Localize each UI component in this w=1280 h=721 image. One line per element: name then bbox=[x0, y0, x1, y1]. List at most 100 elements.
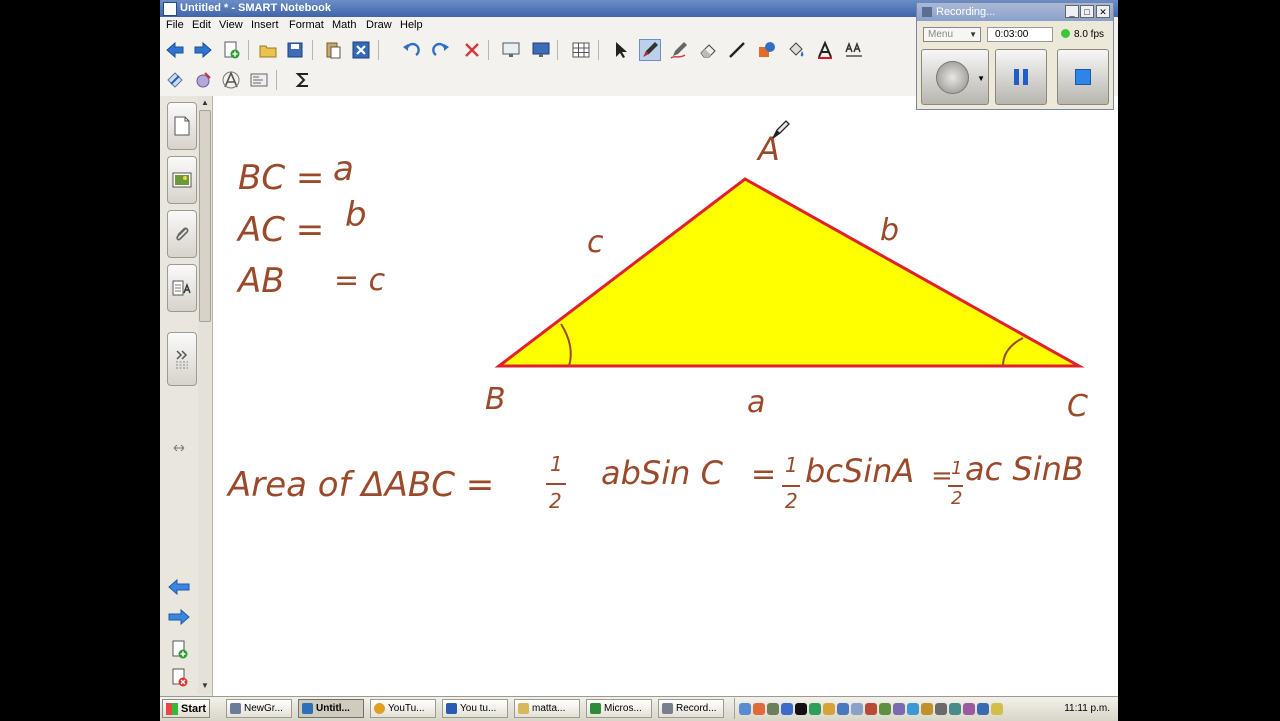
minimize-icon[interactable]: _ bbox=[1065, 5, 1079, 18]
measurement-tools-icon[interactable] bbox=[248, 69, 270, 91]
full-screen-icon[interactable] bbox=[530, 39, 552, 61]
tray-security-icon[interactable] bbox=[823, 702, 835, 715]
vertical-scrollbar[interactable]: ▲ ▼ bbox=[198, 96, 212, 694]
close-icon[interactable]: ✕ bbox=[1096, 5, 1110, 18]
app-icon bbox=[163, 2, 177, 16]
pen-tool-icon[interactable] bbox=[639, 39, 661, 61]
redo-icon[interactable] bbox=[430, 39, 452, 61]
delete-icon[interactable] bbox=[350, 39, 372, 61]
triangle-abc[interactable] bbox=[494, 177, 1085, 368]
tray-lan-icon[interactable] bbox=[977, 702, 989, 715]
properties-icon[interactable] bbox=[843, 39, 865, 61]
add-page-side-icon[interactable] bbox=[170, 640, 190, 660]
attachments-tab[interactable] bbox=[167, 210, 197, 258]
recorder-menu-dropdown[interactable]: Menu ▼ bbox=[923, 27, 981, 42]
creative-pen-icon[interactable] bbox=[668, 39, 690, 61]
taskbar-item-excel[interactable]: Micros... bbox=[586, 699, 652, 718]
elapsed-time-field: 0:03:00 bbox=[987, 27, 1053, 42]
resize-handle-icon[interactable] bbox=[170, 440, 188, 452]
sigma-math-icon[interactable] bbox=[292, 69, 314, 91]
window-title: Untitled * - SMART Notebook bbox=[180, 2, 331, 14]
tray-terminal-icon[interactable] bbox=[795, 702, 807, 715]
task-label: Micros... bbox=[604, 703, 642, 714]
back-arrow-icon[interactable] bbox=[164, 39, 186, 61]
page-sorter-tab[interactable] bbox=[167, 102, 197, 150]
text-tool-icon[interactable] bbox=[814, 39, 836, 61]
taskbar-clock: 11:11 p.m. bbox=[1064, 703, 1110, 714]
recorder-app-icon bbox=[922, 7, 932, 17]
menu-format[interactable]: Format bbox=[289, 19, 324, 31]
taskbar-item-folder[interactable]: matta... bbox=[514, 699, 580, 718]
open-folder-icon[interactable] bbox=[257, 39, 279, 61]
tray-media-icon[interactable] bbox=[963, 702, 975, 715]
menu-draw[interactable]: Draw bbox=[366, 19, 392, 31]
pause-button[interactable] bbox=[995, 49, 1047, 105]
menu-view[interactable]: View bbox=[219, 19, 243, 31]
menu-math[interactable]: Math bbox=[332, 19, 356, 31]
taskbar-item-word[interactable]: You tu... bbox=[442, 699, 508, 718]
tray-shield-icon[interactable] bbox=[991, 702, 1003, 715]
taskbar-item-newgr[interactable]: NewGr... bbox=[226, 699, 292, 718]
whiteboard-page[interactable]: BC = a AC = b AB = c A B C c b a Area of… bbox=[213, 96, 1118, 696]
eq-bc-rhs: a bbox=[333, 149, 354, 189]
menu-insert[interactable]: Insert bbox=[251, 19, 279, 31]
auto-hide-tab[interactable] bbox=[167, 332, 197, 386]
gallery-tab[interactable] bbox=[167, 156, 197, 204]
maximize-icon[interactable]: □ bbox=[1080, 5, 1094, 18]
undo-icon[interactable] bbox=[400, 39, 422, 61]
add-page-icon[interactable] bbox=[220, 39, 242, 61]
chrome-icon bbox=[374, 703, 385, 714]
select-cursor-icon[interactable] bbox=[610, 39, 632, 61]
tray-display-icon[interactable] bbox=[851, 702, 863, 715]
screen-shade-icon[interactable] bbox=[500, 39, 522, 61]
magic-pen-icon[interactable] bbox=[164, 69, 186, 91]
tray-update-icon[interactable] bbox=[809, 702, 821, 715]
tray-bluetooth-icon[interactable] bbox=[907, 702, 919, 715]
scroll-up-icon[interactable]: ▲ bbox=[199, 97, 211, 109]
line-tool-icon[interactable] bbox=[726, 39, 748, 61]
stop-button[interactable] bbox=[1057, 49, 1109, 105]
tray-network-icon[interactable] bbox=[739, 702, 751, 715]
tray-power-icon[interactable] bbox=[921, 702, 933, 715]
tray-wifi-icon[interactable] bbox=[837, 702, 849, 715]
tray-smart-icon[interactable] bbox=[893, 702, 905, 715]
table-icon[interactable] bbox=[570, 39, 592, 61]
next-page-icon[interactable] bbox=[168, 608, 190, 626]
shape-recognition-pen-icon[interactable] bbox=[192, 69, 214, 91]
tray-volume-icon[interactable] bbox=[935, 702, 947, 715]
tray-firefox-icon[interactable] bbox=[753, 702, 765, 715]
record-button[interactable]: ▼ bbox=[921, 49, 989, 105]
shapes-tool-icon[interactable] bbox=[756, 39, 778, 61]
eraser-icon[interactable] bbox=[697, 39, 719, 61]
forward-arrow-icon[interactable] bbox=[192, 39, 214, 61]
menu-file[interactable]: File bbox=[166, 19, 184, 31]
clear-page-icon[interactable] bbox=[461, 39, 483, 61]
tray-antivirus-icon[interactable] bbox=[865, 702, 877, 715]
toolbar-separator bbox=[312, 40, 313, 60]
menu-help[interactable]: Help bbox=[400, 19, 423, 31]
tray-keyboard-icon[interactable] bbox=[949, 702, 961, 715]
tray-sync-icon[interactable] bbox=[879, 702, 891, 715]
previous-page-icon[interactable] bbox=[168, 578, 190, 596]
paste-icon[interactable] bbox=[322, 39, 344, 61]
toolbar-separator bbox=[378, 40, 379, 60]
record-options-chevron-icon: ▼ bbox=[977, 74, 985, 83]
tray-app-icon[interactable] bbox=[767, 702, 779, 715]
text-recognition-icon[interactable] bbox=[220, 69, 242, 91]
taskbar-item-untitled[interactable]: Untitl... bbox=[298, 699, 364, 718]
delete-page-icon[interactable] bbox=[170, 668, 190, 688]
fill-bucket-icon[interactable] bbox=[785, 39, 807, 61]
taskbar-item-recorder[interactable]: Record... bbox=[658, 699, 724, 718]
task-label: YouTu... bbox=[388, 703, 425, 714]
start-button[interactable]: Start bbox=[162, 699, 210, 718]
menu-edit[interactable]: Edit bbox=[192, 19, 211, 31]
properties-tab[interactable] bbox=[167, 264, 197, 312]
taskbar-item-youtube-chrome[interactable]: YouTu... bbox=[370, 699, 436, 718]
save-icon[interactable] bbox=[284, 39, 306, 61]
tray-messenger-icon[interactable] bbox=[781, 702, 793, 715]
scroll-thumb[interactable] bbox=[199, 110, 211, 322]
properties-list-icon bbox=[172, 280, 191, 296]
scroll-down-icon[interactable]: ▼ bbox=[199, 680, 211, 692]
recorder-icon bbox=[662, 703, 673, 714]
frac1-num: 1 bbox=[550, 452, 563, 476]
